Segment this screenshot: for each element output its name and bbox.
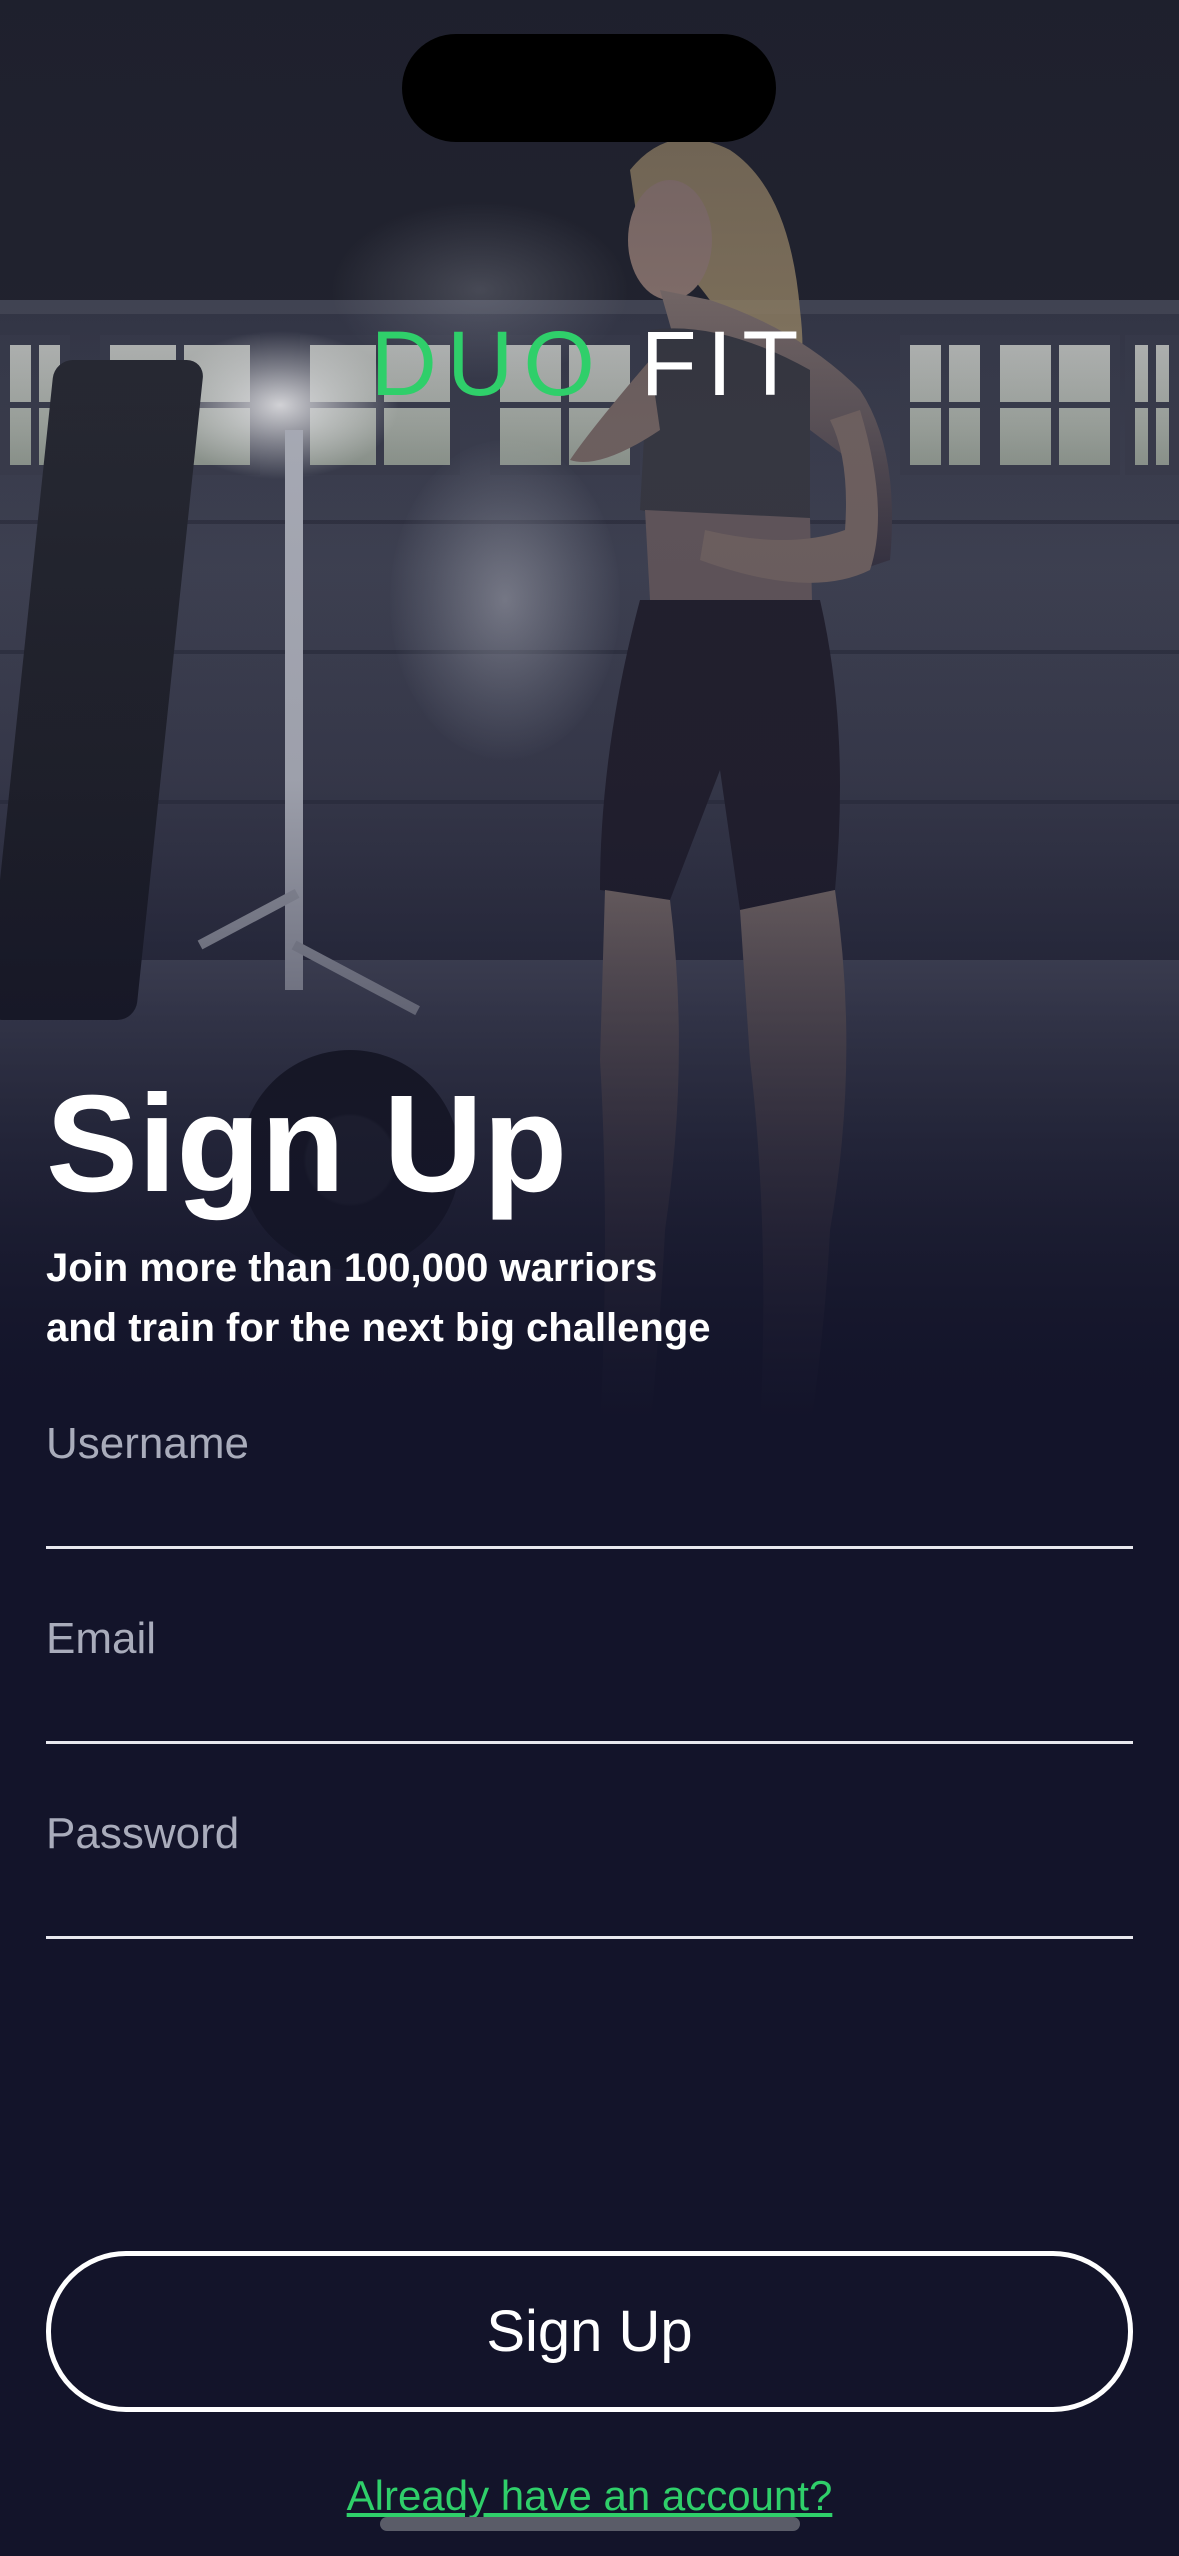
login-link[interactable]: Already have an account? [0, 2472, 1179, 2520]
password-field[interactable] [46, 1783, 1133, 1939]
sign-up-button[interactable]: Sign Up [46, 2251, 1133, 2412]
subtitle-line-1: Join more than 100,000 warriors [46, 1246, 658, 1290]
home-indicator[interactable] [380, 2517, 800, 2531]
app-logo: DUO FIT [0, 318, 1179, 410]
subtitle-line-2: and train for the next big challenge [46, 1306, 711, 1350]
page-subtitle: Join more than 100,000 warriors and trai… [46, 1238, 946, 1358]
dynamic-island [402, 34, 776, 142]
email-field[interactable] [46, 1588, 1133, 1744]
password-field-container [46, 1783, 1133, 1943]
signup-screen: DUO FIT Sign Up Join more than 100,000 w… [0, 0, 1179, 2556]
page-title: Sign Up [46, 1067, 568, 1221]
username-field[interactable] [46, 1393, 1133, 1549]
username-field-container [46, 1393, 1133, 1553]
email-field-container [46, 1588, 1133, 1748]
logo-duo: DUO [370, 313, 605, 415]
logo-fit: FIT [604, 313, 809, 415]
